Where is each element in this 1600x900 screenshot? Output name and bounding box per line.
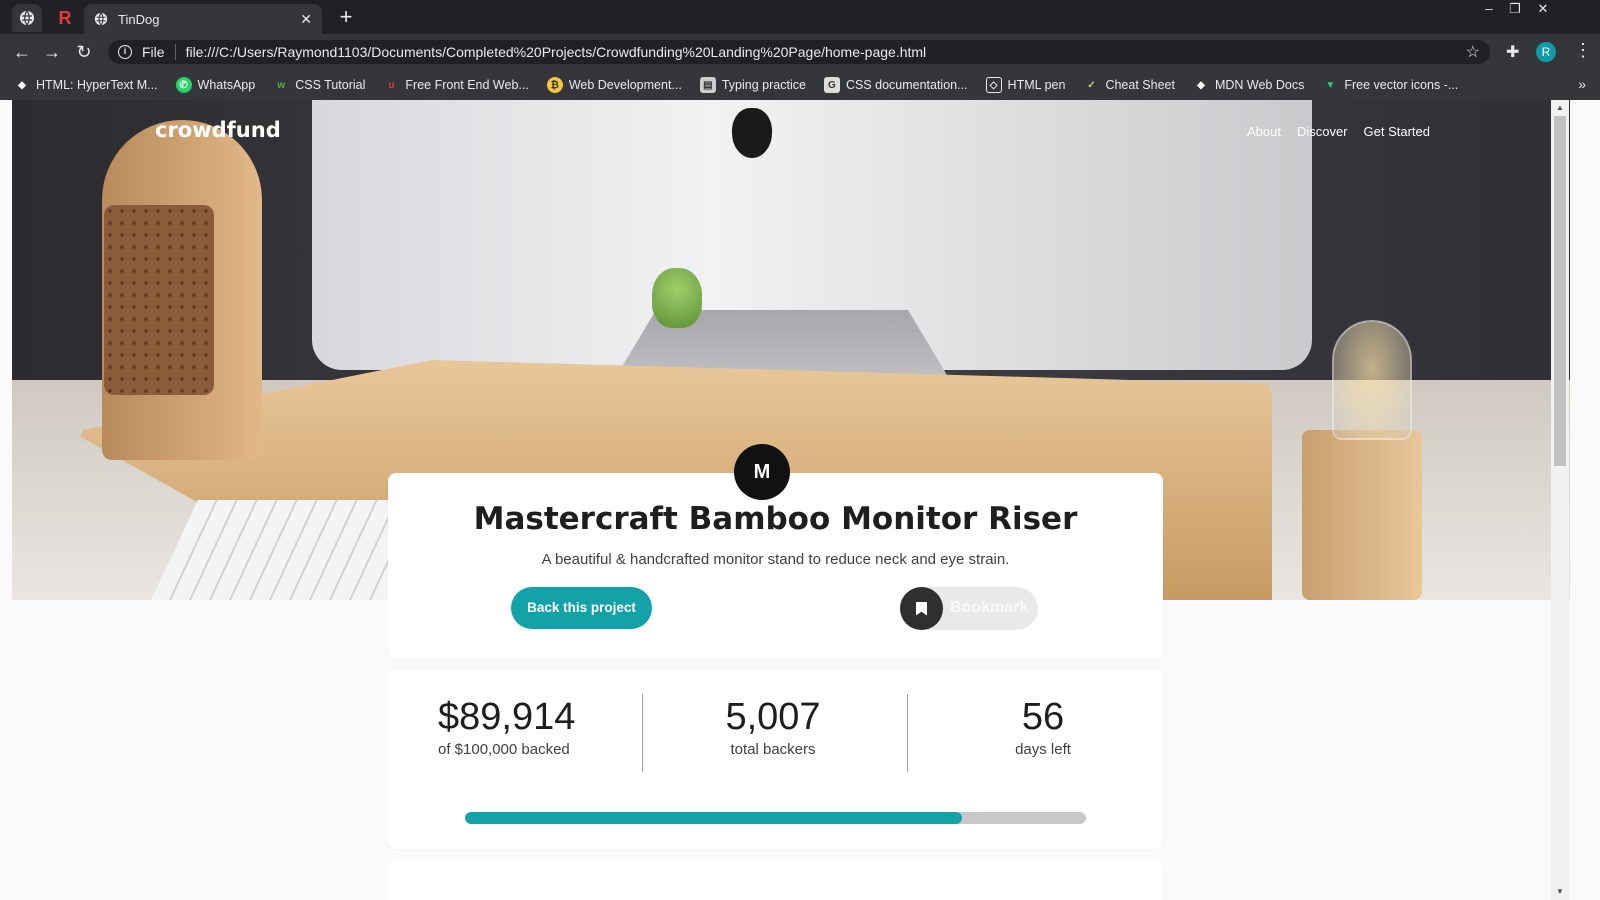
- address-bar[interactable]: i File file:///C:/Users/Raymond1103/Docu…: [108, 40, 1490, 64]
- about-card: [388, 860, 1163, 900]
- backed-label: of $100,000 backed: [438, 741, 570, 758]
- css-icon: G: [823, 77, 840, 93]
- bookmark-item[interactable]: w CSS Tutorial: [273, 77, 365, 93]
- w3schools-icon: w: [277, 79, 286, 91]
- backers-label: total backers: [730, 741, 816, 758]
- u-icon: u: [388, 79, 395, 91]
- site-logo[interactable]: crowdfund: [155, 118, 281, 142]
- bookmark-item[interactable]: ◆ HTML: HyperText M...: [14, 77, 157, 93]
- days-label: days left: [1015, 741, 1071, 758]
- bookmark-item[interactable]: ✆ WhatsApp: [175, 77, 255, 93]
- star-icon[interactable]: ☆: [1466, 42, 1480, 62]
- page-scrollbar[interactable]: ▲ ▼: [1551, 100, 1569, 900]
- mdn-icon: ◆: [1197, 79, 1205, 91]
- bookmark-icon: [900, 587, 943, 630]
- bookmark-item[interactable]: ◆ MDN Web Docs: [1193, 77, 1304, 93]
- backed-amount: $89,914: [438, 696, 576, 738]
- active-tab[interactable]: TinDog ✕: [84, 4, 322, 34]
- bookmark-item[interactable]: ✓ Cheat Sheet: [1083, 77, 1175, 93]
- pinned-tab[interactable]: [12, 4, 42, 32]
- more-bookmarks-icon[interactable]: »: [1578, 76, 1586, 92]
- whatsapp-icon: ✆: [175, 77, 192, 93]
- stat-backers: 5,007 total backers: [658, 696, 888, 758]
- landing-page: crowdfund About Discover Get Started M M…: [12, 100, 1570, 900]
- scroll-thumb[interactable]: [1554, 116, 1566, 466]
- apple-logo-graphic: [732, 108, 772, 158]
- globe-icon: [94, 12, 108, 26]
- back-arrow-icon[interactable]: ←: [12, 42, 32, 62]
- reload-icon[interactable]: ↻: [74, 42, 94, 62]
- lamp-graphic: [1302, 430, 1422, 600]
- mdn-icon: ◆: [18, 79, 26, 91]
- funding-progress-fill: [465, 812, 962, 824]
- days-count: 56: [1021, 696, 1065, 738]
- minimize-icon[interactable]: –: [1476, 0, 1502, 20]
- stat-divider: [642, 694, 643, 772]
- nav-link-discover[interactable]: Discover: [1297, 124, 1348, 139]
- more-menu-icon[interactable]: ⋮: [1574, 40, 1592, 61]
- close-window-icon[interactable]: ✕: [1530, 0, 1556, 20]
- codepen-icon: ◇: [985, 77, 1002, 93]
- backers-count: 5,007: [725, 696, 821, 738]
- nav-link-about[interactable]: About: [1247, 124, 1281, 139]
- forward-arrow-icon[interactable]: →: [42, 42, 62, 62]
- close-tab-icon[interactable]: ✕: [300, 11, 312, 28]
- bookmark-item[interactable]: ₿ Web Development...: [546, 77, 682, 93]
- scroll-up-icon[interactable]: ▲: [1555, 103, 1565, 113]
- nav-link-get-started[interactable]: Get Started: [1364, 124, 1430, 139]
- site-nav: About Discover Get Started: [1247, 124, 1430, 139]
- browser-tab-strip: R TinDog ✕ + – ❐ ✕: [0, 0, 1600, 34]
- vector-icon: ▼: [1325, 79, 1336, 91]
- bookmark-item[interactable]: ◇ HTML pen: [985, 77, 1065, 93]
- funding-progress-bar: [465, 812, 1086, 824]
- r-logo-icon: R: [58, 7, 72, 28]
- typing-icon: ▤: [699, 77, 716, 93]
- bookmark-item[interactable]: u Free Front End Web...: [383, 77, 529, 93]
- address-url[interactable]: file:///C:/Users/Raymond1103/Documents/C…: [186, 44, 1466, 60]
- extensions-puzzle-icon[interactable]: ✚: [1506, 42, 1519, 62]
- bitcoin-icon: ₿: [546, 77, 563, 93]
- address-scheme-label: File: [142, 44, 176, 60]
- bookmark-button[interactable]: Bookmark: [900, 587, 1038, 630]
- bookmark-label: Bookmark: [950, 599, 1029, 616]
- project-card: Mastercraft Bamboo Monitor Riser A beaut…: [388, 473, 1163, 659]
- bookmark-item[interactable]: G CSS documentation...: [823, 77, 968, 93]
- project-title: Mastercraft Bamboo Monitor Riser: [473, 501, 1078, 537]
- mastercraft-logo-icon: M: [734, 444, 790, 500]
- restore-icon[interactable]: ❐: [1502, 0, 1528, 20]
- page-viewport: crowdfund About Discover Get Started M M…: [0, 100, 1600, 900]
- stats-card: $89,914 of $100,000 backed 5,007 total b…: [388, 670, 1163, 849]
- scroll-down-icon[interactable]: ▼: [1555, 887, 1565, 897]
- bookmark-item[interactable]: ▤ Typing practice: [699, 77, 806, 93]
- stat-days: 56 days left: [928, 696, 1158, 758]
- profile-avatar[interactable]: R: [1536, 42, 1556, 62]
- new-tab-button[interactable]: +: [334, 6, 358, 30]
- tab-title: TinDog: [118, 11, 160, 27]
- globe-icon: [20, 10, 34, 26]
- stat-divider: [907, 694, 908, 772]
- back-project-button[interactable]: Back this project: [511, 587, 652, 629]
- project-description: A beautiful & handcrafted monitor stand …: [541, 551, 1010, 568]
- pinned-tab-r[interactable]: R: [50, 4, 80, 32]
- bookmarks-bar: ◆ HTML: HyperText M... ✆ WhatsApp w CSS Tut…: [0, 70, 1600, 100]
- stat-backed: $89,914 of $100,000 backed: [438, 696, 668, 758]
- figurine-graphic: [652, 268, 702, 328]
- info-icon[interactable]: i: [118, 45, 132, 59]
- cheat-icon: ✓: [1087, 79, 1096, 91]
- bookmark-item[interactable]: ▼ Free vector icons -...: [1322, 77, 1458, 93]
